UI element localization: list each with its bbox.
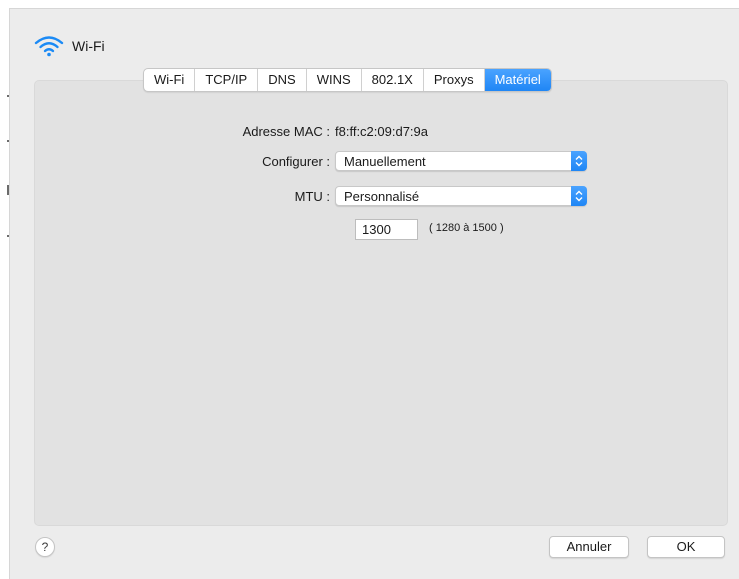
help-button[interactable]: ? xyxy=(35,537,55,557)
tab-wins[interactable]: WINS xyxy=(307,69,362,91)
tab-proxys[interactable]: Proxys xyxy=(424,69,485,91)
mtu-popup-value: Personnalisé xyxy=(344,189,420,204)
ok-button[interactable]: OK xyxy=(647,536,725,558)
tab-wifi[interactable]: Wi-Fi xyxy=(144,69,196,91)
mac-address-label: Adresse MAC : xyxy=(242,124,330,139)
tab-materiel[interactable]: Matériel xyxy=(484,69,551,91)
settings-panel xyxy=(34,80,728,526)
cancel-button[interactable]: Annuler xyxy=(549,536,629,558)
window-title: Wi-Fi xyxy=(72,38,105,54)
tab-8021x[interactable]: 802.1X xyxy=(362,69,424,91)
updown-arrows-icon xyxy=(571,151,587,171)
updown-arrows-icon xyxy=(571,186,587,206)
tab-tcpip[interactable]: TCP/IP xyxy=(195,69,259,91)
configure-popup-value: Manuellement xyxy=(344,154,426,169)
mtu-label: MTU : xyxy=(294,189,330,204)
window-header: Wi-Fi xyxy=(34,35,105,57)
mtu-range-hint: ( 1280 à 1500 ) xyxy=(429,222,504,234)
network-settings-window: Wi-Fi Wi-Fi TCP/IP DNS WINS 802.1X Proxy… xyxy=(9,8,739,579)
configure-popup[interactable]: Manuellement xyxy=(335,151,587,171)
wifi-icon xyxy=(34,35,64,57)
tab-bar: Wi-Fi TCP/IP DNS WINS 802.1X Proxys Maté… xyxy=(143,68,552,92)
tab-dns[interactable]: DNS xyxy=(258,69,307,91)
configure-label: Configurer : xyxy=(262,154,330,169)
mtu-value-field[interactable]: 1300 xyxy=(355,219,418,240)
mac-address-value: f8:ff:c2:09:d7:9a xyxy=(335,124,428,139)
mtu-popup[interactable]: Personnalisé xyxy=(335,186,587,206)
